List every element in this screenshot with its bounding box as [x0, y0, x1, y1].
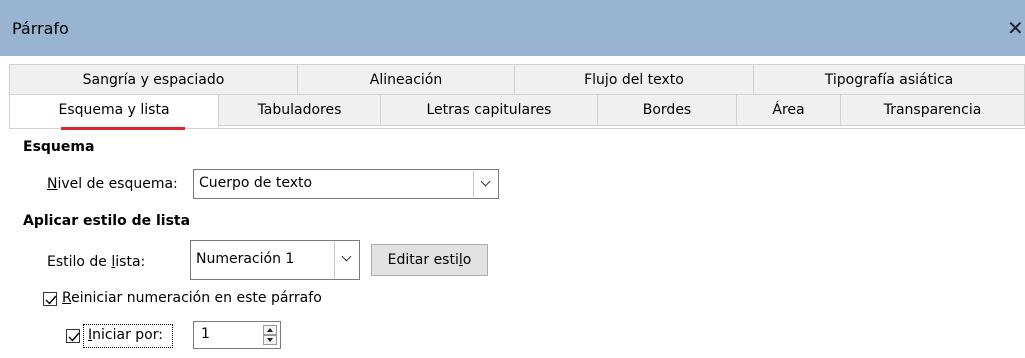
restart-label-text: einiciar numeración en este párrafo [71, 290, 322, 306]
list-style-value: Numeración 1 [196, 251, 295, 267]
list-style-label-post: ista: [115, 254, 146, 270]
outline-level-label: Nivel de esquema: [47, 176, 178, 192]
start-at-checkbox[interactable] [66, 329, 80, 343]
outline-level-value: Cuerpo de texto [199, 175, 313, 191]
tab-borders[interactable]: Bordes [597, 94, 737, 126]
close-icon[interactable]: ✕ [1007, 13, 1025, 43]
tab-indents-spacing[interactable]: Sangría y espaciado [9, 64, 298, 96]
dialog-title: Párrafo [12, 19, 69, 38]
edit-style-label-post: o [462, 252, 472, 268]
paragraph-dialog: Párrafo ✕ Sangría y espaciado Alineación… [0, 0, 1025, 358]
outline-level-select[interactable]: Cuerpo de texto [193, 169, 499, 199]
spin-buttons [263, 325, 277, 345]
restart-numbering-checkbox[interactable] [43, 292, 57, 306]
tab-row-back: Sangría y espaciado Alineación Flujo del… [9, 64, 1025, 96]
tab-asian-typography[interactable]: Tipografía asiática [753, 64, 1025, 96]
start-at-spinbox[interactable]: 1 [193, 321, 281, 349]
outline-level-accel: N [47, 176, 58, 192]
title-bar[interactable]: Párrafo ✕ [0, 0, 1025, 56]
start-at-value: 1 [201, 326, 210, 342]
edit-style-label-pre: Editar esti [387, 252, 459, 268]
tab-outline-list[interactable]: Esquema y lista [9, 94, 219, 128]
list-style-label-pre: Estilo de [47, 254, 112, 270]
restart-numbering-label[interactable]: Reiniciar numeración en este párrafo [62, 290, 322, 306]
tab-drop-caps[interactable]: Letras capitulares [380, 94, 598, 126]
tab-tabs[interactable]: Tabuladores [218, 94, 381, 126]
tab-transparency[interactable]: Transparencia [840, 94, 1025, 126]
tab-area[interactable]: Área [736, 94, 841, 126]
checkmark-icon [45, 295, 57, 305]
list-style-label: Estilo de lista: [47, 254, 145, 270]
apply-list-style-heading: Aplicar estilo de lista [23, 213, 191, 229]
edit-style-button[interactable]: Editar estilo [371, 244, 488, 276]
outline-level-label-text: ivel de esquema: [57, 176, 178, 192]
start-label-text: niciar por: [92, 327, 163, 343]
spin-down-icon[interactable] [263, 335, 277, 345]
restart-accel: R [62, 290, 72, 306]
tab-row-front: Esquema y lista Tabuladores Letras capit… [9, 94, 1025, 130]
spin-up-icon[interactable] [263, 325, 277, 335]
chevron-down-icon[interactable] [334, 242, 358, 278]
chevron-down-icon[interactable] [473, 171, 497, 197]
tab-alignment[interactable]: Alineación [297, 64, 515, 96]
tab-text-flow[interactable]: Flujo del texto [514, 64, 754, 96]
list-style-select[interactable]: Numeración 1 [190, 240, 360, 280]
outline-heading: Esquema [23, 139, 95, 155]
checkmark-icon [68, 332, 80, 342]
tab-bar: Sangría y espaciado Alineación Flujo del… [0, 56, 1025, 130]
active-tab-indicator [61, 127, 185, 130]
outline-list-panel: Esquema Nivel de esquema: Cuerpo de text… [9, 128, 1025, 358]
start-at-label[interactable]: Iniciar por: [88, 327, 163, 343]
